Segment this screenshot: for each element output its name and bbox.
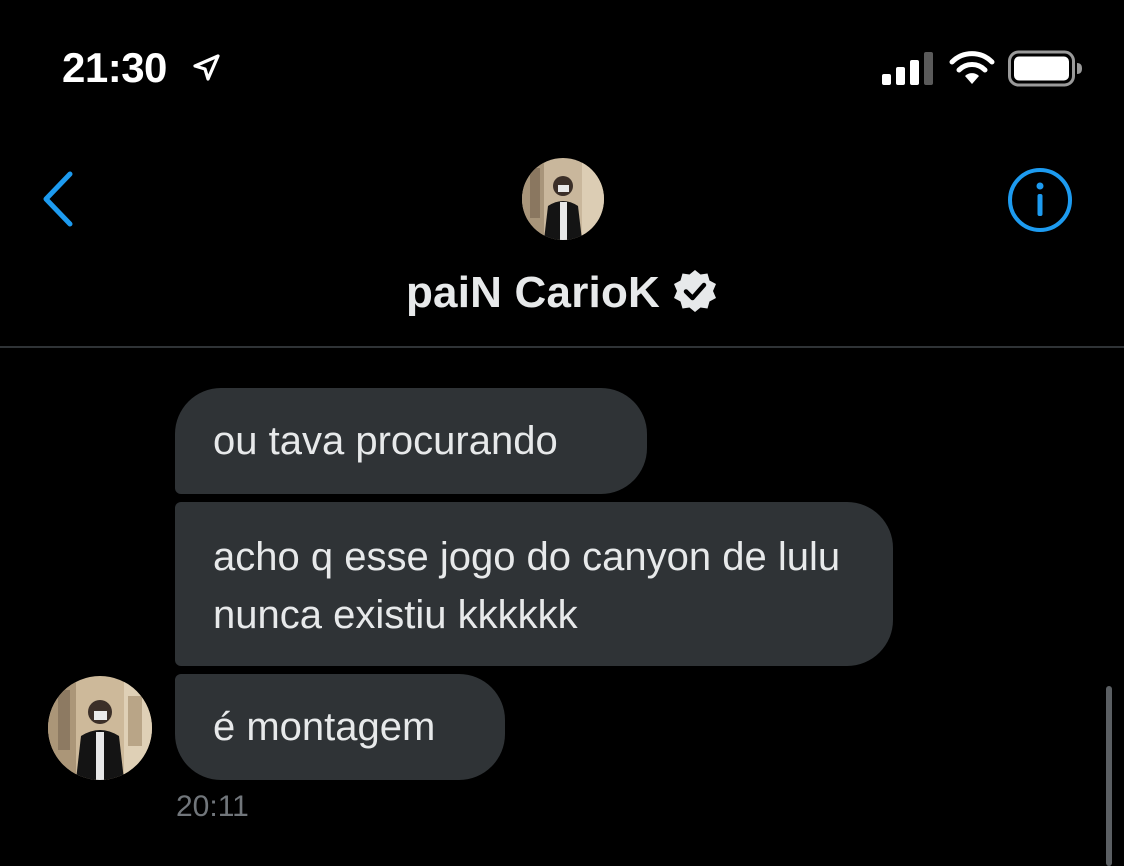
- verified-badge-icon: [674, 270, 717, 312]
- status-bar: 21:30: [0, 0, 1124, 140]
- scrollbar[interactable]: [1106, 686, 1112, 866]
- info-button[interactable]: [1006, 166, 1074, 234]
- back-button[interactable]: [36, 168, 86, 230]
- contact-name-row: paiN CarioK: [0, 268, 1124, 328]
- message-text: é montagem: [213, 705, 436, 749]
- message-timestamp: 20:11: [176, 790, 249, 823]
- contact-avatar[interactable]: [522, 158, 604, 240]
- battery-icon: [1008, 50, 1082, 87]
- message-bubble[interactable]: é montagem: [175, 674, 505, 780]
- message-bubble[interactable]: acho q esse jogo do canyon de lulu nunca…: [175, 502, 893, 666]
- status-time: 21:30: [62, 44, 167, 91]
- header-divider: [0, 346, 1124, 348]
- message-bubble[interactable]: ou tava procurando: [175, 388, 647, 494]
- contact-name: paiN CarioK: [405, 268, 661, 317]
- sender-avatar[interactable]: [48, 676, 152, 780]
- location-arrow-icon: [193, 54, 220, 81]
- wifi-icon: [949, 51, 995, 84]
- cellular-signal-icon: [882, 52, 933, 85]
- message-text: acho q esse jogo do canyon de lulu nunca…: [213, 535, 841, 637]
- message-text: ou tava procurando: [213, 419, 558, 463]
